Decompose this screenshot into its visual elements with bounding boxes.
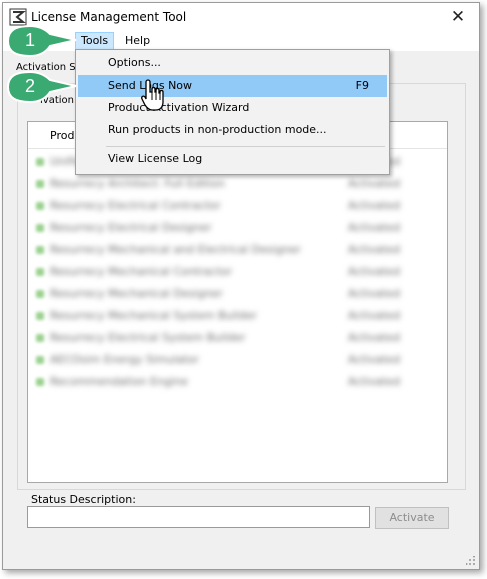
menu-item-view-license-log[interactable]: View License Log [78,148,387,170]
status-description-field [27,506,370,528]
tools-dropdown-menu: Options... Send Logs Now F9 Product Acti… [75,49,390,175]
product-status: Activated [348,353,401,366]
table-row[interactable]: Resurrecy Electrical System Builder Activ… [28,326,447,348]
product-name: Resurrecy Architect: Full Edition [50,177,225,190]
product-name: Resurrecy Electrical System Builder [50,331,246,344]
callout-number: 2 [24,76,35,96]
menu-separator [106,146,385,147]
product-name: Resurrecy Mechanical Contractor [50,265,233,278]
product-name: Recommendation Engine [50,375,188,388]
product-status-icon [36,290,44,298]
product-status: Activated [348,221,401,234]
activate-button[interactable]: Activate [375,507,449,529]
product-status-icon [36,158,44,166]
menu-tools[interactable]: Tools [75,32,115,50]
product-status: Activated [348,331,401,344]
table-row[interactable]: Recommendation Engine Activated [28,370,447,392]
product-status-icon [36,246,44,254]
table-row[interactable]: Resurrecy Architect: Full Edition Activat… [28,172,447,194]
menu-item-send-logs-now[interactable]: Send Logs Now F9 [78,75,387,97]
product-status: Activated [348,177,401,190]
menu-item-options[interactable]: Options... [78,52,387,74]
product-name: Resurrecy Electrical Contractor [50,199,221,212]
callout-number: 1 [24,30,35,50]
product-status: Activated [348,375,401,388]
close-button[interactable]: ✕ [447,6,469,28]
product-name: Resurrecy Mechanical Designer [50,287,223,300]
table-row[interactable]: Resurrecy Mechanical Contractor Activated [28,260,447,282]
callout-step-1: 1 [6,24,78,58]
window-title: License Management Tool [31,10,187,24]
product-list[interactable]: Produ Unified Product NameActivatedResur… [27,121,448,483]
product-name: AECOsim Energy Simulator [50,353,199,366]
callout-step-2: 2 [6,70,78,104]
menu-help[interactable]: Help [120,33,155,49]
menu-item-product-activation-wizard[interactable]: Product Activation Wizard [78,97,387,119]
product-status-icon [36,356,44,364]
product-name: Resurrecy Mechanical and Electrical Desi… [50,243,301,256]
product-status: Activated [348,199,401,212]
product-name: Resurrecy Mechanical System Builder [50,309,257,322]
table-row[interactable]: Resurrecy Electrical Designer Activated [28,216,447,238]
product-status-icon [36,180,44,188]
product-name: Resurrecy Electrical Designer [50,221,212,234]
table-row[interactable]: Resurrecy Electrical Contractor Activated [28,194,447,216]
product-status: Activated [348,265,401,278]
table-row[interactable]: Resurrecy Mechanical Designer Activated [28,282,447,304]
resize-grip-icon[interactable] [466,556,476,566]
shortcut-label: F9 [355,79,369,92]
product-status-icon [36,378,44,386]
product-status: Activated [348,309,401,322]
table-row[interactable]: AECOsim Energy Simulator Activated [28,348,447,370]
product-status-icon [36,224,44,232]
product-status-icon [36,202,44,210]
status-description-label: Status Description: [31,493,136,506]
table-row[interactable]: Resurrecy Mechanical and Electrical Desi… [28,238,447,260]
product-status-icon [36,268,44,276]
hand-pointer-icon [141,79,164,111]
menu-item-run-non-production[interactable]: Run products in non-production mode... [78,119,387,141]
table-row[interactable]: Resurrecy Mechanical System Builder Activ… [28,304,447,326]
product-status: Activated [348,287,401,300]
product-status: Activated [348,243,401,256]
product-status-icon [36,334,44,342]
product-status-icon [36,312,44,320]
